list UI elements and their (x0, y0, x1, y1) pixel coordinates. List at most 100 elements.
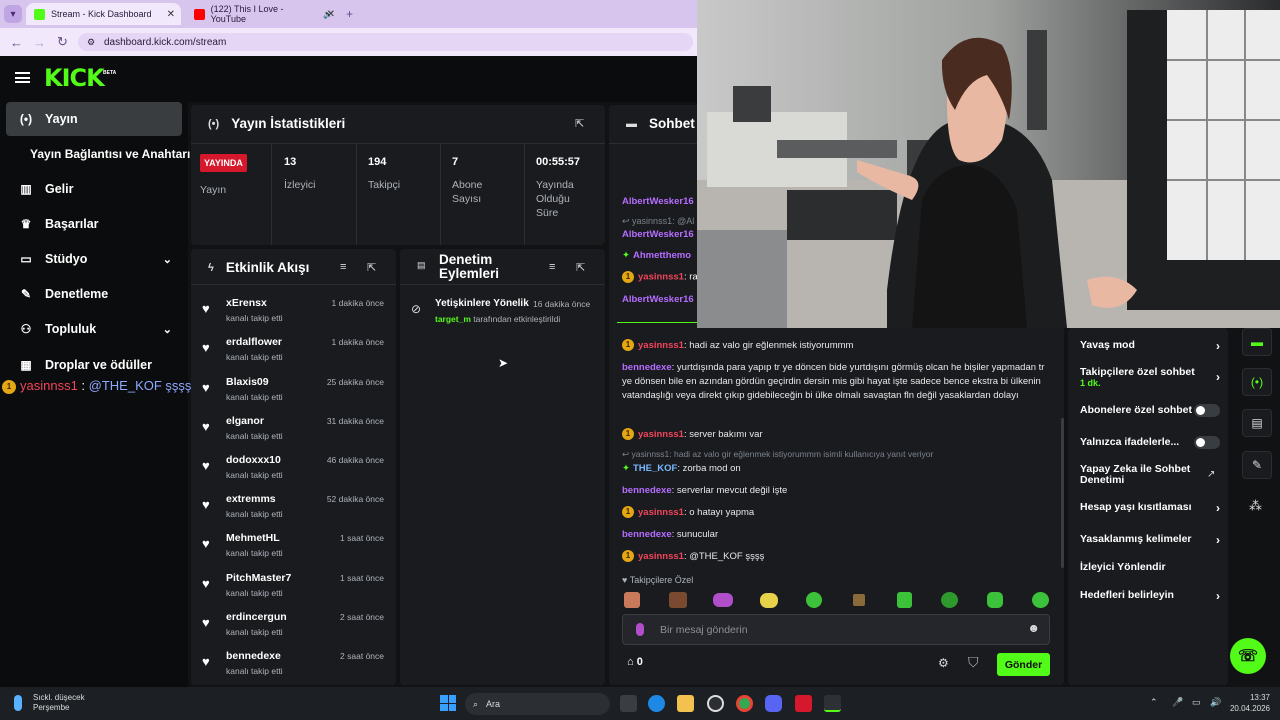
chrome-icon[interactable] (736, 695, 753, 712)
community-icon[interactable]: ⁂ (1249, 498, 1262, 514)
sidebar-item-denetleme[interactable]: ✎ Denetleme (6, 277, 182, 311)
popout-icon[interactable]: ⇱ (575, 117, 584, 130)
chat-username[interactable]: yasinnss1 (638, 551, 684, 562)
emote-3[interactable] (713, 593, 733, 607)
reload-icon[interactable]: ↻ (57, 34, 68, 50)
emote-8[interactable] (941, 592, 958, 608)
moderation-shield-icon[interactable]: ⛉ (968, 654, 979, 671)
broadcast-icon[interactable]: (•) (1242, 368, 1272, 396)
task-view-icon[interactable] (620, 695, 637, 712)
sidebar-item-stream-key[interactable]: Yayın Bağlantısı ve Anahtarı (18, 137, 194, 171)
emote-1[interactable] (624, 592, 640, 608)
weather-widget[interactable]: Sıckl. düşecek Perşembe (33, 693, 85, 713)
emote-10[interactable] (1032, 592, 1049, 608)
taskbar-search[interactable]: ⌕ Ara (465, 693, 610, 715)
tab-search-icon[interactable]: ▾ (4, 5, 22, 23)
display-icon[interactable]: ▭ (1192, 697, 1201, 708)
setting-banned-words[interactable]: Yasaklanmış kelimeler › (1080, 533, 1220, 547)
chat-username[interactable]: AlbertWesker16 (622, 229, 694, 240)
app-icon[interactable] (795, 695, 812, 712)
obs-icon[interactable] (707, 695, 724, 712)
support-headset-icon[interactable]: ☏ (1230, 638, 1266, 674)
forward-arrow-icon[interactable]: → (33, 35, 46, 50)
emote-7[interactable] (897, 592, 912, 608)
close-tab-icon[interactable]: ✕ (167, 9, 175, 20)
activity-item[interactable]: ♥ bennedexe kanalı takip etti 2 saat önce (200, 650, 390, 689)
sidebar-item-yayin[interactable]: (•) Yayın (6, 102, 182, 136)
settings-gear-icon[interactable]: ⚙ (938, 656, 949, 670)
setting-account-age[interactable]: Hesap yaşı kısıtlaması › (1080, 501, 1220, 515)
filter-icon[interactable]: ≡ (340, 261, 346, 273)
chat-username[interactable]: yasinnss1 (638, 340, 684, 351)
tab-kick-dashboard[interactable]: Stream - Kick Dashboard ✕ (26, 3, 181, 25)
chat-username[interactable]: AlbertWesker16 (622, 294, 694, 305)
send-button[interactable]: Gönder (997, 653, 1050, 676)
activity-item[interactable]: ♥ dodoxxx10 kanalı takip etti 46 dakika önc… (200, 454, 390, 493)
site-info-icon[interactable]: ⚙ (87, 37, 95, 48)
clock[interactable]: 13:37 20.04.2026 (1226, 692, 1270, 714)
new-tab-icon[interactable]: + (346, 7, 353, 21)
popout-icon[interactable]: ⇱ (576, 261, 585, 274)
sidebar-item-studyo[interactable]: ▭ Stüdyo ⌄ (6, 242, 182, 276)
emote-4[interactable] (760, 593, 778, 608)
popout-icon[interactable]: ⇱ (367, 261, 376, 274)
file-explorer-icon[interactable] (677, 695, 694, 712)
sidebar-item-basarilar[interactable]: ♛ Başarılar (6, 207, 182, 241)
toggle-switch[interactable] (1194, 404, 1220, 417)
chevron-up-icon[interactable]: ⌃ (1150, 697, 1158, 708)
activity-item[interactable]: ♥ PitchMaster7 kanalı takip etti 1 saat önc… (200, 572, 390, 611)
chat-username[interactable]: bennedexe (622, 485, 672, 496)
microphone-icon[interactable] (636, 623, 644, 636)
activity-item[interactable]: ♥ Blaxis09 kanalı takip etti 25 dakika önce (200, 376, 390, 415)
sidebar-item-gelir[interactable]: ▥ Gelir (6, 172, 182, 206)
activity-item[interactable]: ♥ erdincergun kanalı takip etti 2 saat önce (200, 611, 390, 650)
activity-item[interactable]: ♥ extremms kanalı takip etti 52 dakika önce (200, 493, 390, 532)
setting-raid-viewers[interactable]: İzleyici Yönlendir (1080, 561, 1220, 573)
close-tab-icon[interactable]: ✕ (327, 9, 335, 20)
emote-6[interactable] (853, 594, 865, 606)
moderation-actor[interactable]: target_m (435, 314, 471, 324)
chat-bubble-icon[interactable]: ▬ (1242, 328, 1272, 356)
kick-app-icon[interactable] (824, 695, 841, 712)
wrench-icon[interactable]: ✎ (1242, 451, 1272, 479)
menu-icon[interactable] (15, 72, 30, 83)
chat-username[interactable]: bennedexe (622, 529, 672, 540)
toggle-switch[interactable] (1194, 436, 1220, 449)
activity-item[interactable]: ♥ xErensx kanalı takip etti 1 dakika önce (200, 297, 390, 336)
chat-username[interactable]: Ahmetthemo (633, 250, 691, 261)
discord-icon[interactable] (765, 695, 782, 712)
chat-scrollbar[interactable] (1061, 418, 1064, 568)
chat-input[interactable]: Bir mesaj gönderin ☻ (622, 614, 1050, 645)
chat-username[interactable]: bennedexe (622, 362, 672, 373)
windows-start-icon[interactable] (440, 695, 456, 711)
emote-5[interactable] (806, 592, 822, 608)
emote-2[interactable] (669, 592, 687, 608)
setting-subscriber-only[interactable]: Abonelere özel sohbet (1080, 404, 1220, 417)
chat-username[interactable]: yasinnss1 (638, 272, 684, 283)
microphone-icon[interactable]: 🎤 (1172, 697, 1183, 708)
chat-username[interactable]: THE_KOF (633, 463, 677, 474)
back-arrow-icon[interactable]: ← (10, 35, 23, 50)
activity-item[interactable]: ♥ elganor kanalı takip etti 31 dakika önce (200, 415, 390, 454)
kick-logo[interactable]: KICK (44, 64, 105, 92)
setting-goals[interactable]: Hedefleri belirleyin › (1080, 589, 1220, 603)
channel-points[interactable]: ⌂ 0 (627, 656, 643, 668)
activity-item[interactable]: ♥ erdalflower kanalı takip etti 1 dakika ön… (200, 336, 390, 375)
setting-slow-mode[interactable]: Yavaş mod › (1080, 339, 1220, 353)
setting-emote-only[interactable]: Yalnızca ifadelerle... (1080, 436, 1220, 449)
setting-ai-moderation[interactable]: Yapay Zeka ile Sohbet Denetimi (1080, 464, 1200, 486)
setting-follower-only[interactable]: Takipçilere özel sohbet 1 dk. › (1080, 366, 1220, 388)
sidebar-item-topluluk[interactable]: ⚇ Topluluk ⌄ (6, 312, 182, 346)
external-link-icon[interactable]: ↗ (1207, 469, 1215, 480)
emote-9[interactable] (987, 592, 1003, 608)
tab-youtube[interactable]: (122) This I Love - YouTube 🔊 ✕ (186, 3, 341, 25)
volume-icon[interactable]: 🔊 (1210, 697, 1221, 708)
edge-icon[interactable] (648, 695, 665, 712)
activity-item[interactable]: ♥ MehmetHL kanalı takip etti 1 saat önce (200, 532, 390, 571)
url-field[interactable]: ⚙ dashboard.kick.com/stream (78, 33, 693, 51)
sidebar-item-droplar[interactable]: ▦ Droplar ve ödüller (6, 348, 182, 382)
layout-icon[interactable]: ▤ (1242, 409, 1272, 437)
chat-username[interactable]: yasinnss1 (638, 507, 684, 518)
filter-icon[interactable]: ≡ (549, 261, 555, 273)
chat-username[interactable]: yasinnss1 (638, 429, 684, 440)
